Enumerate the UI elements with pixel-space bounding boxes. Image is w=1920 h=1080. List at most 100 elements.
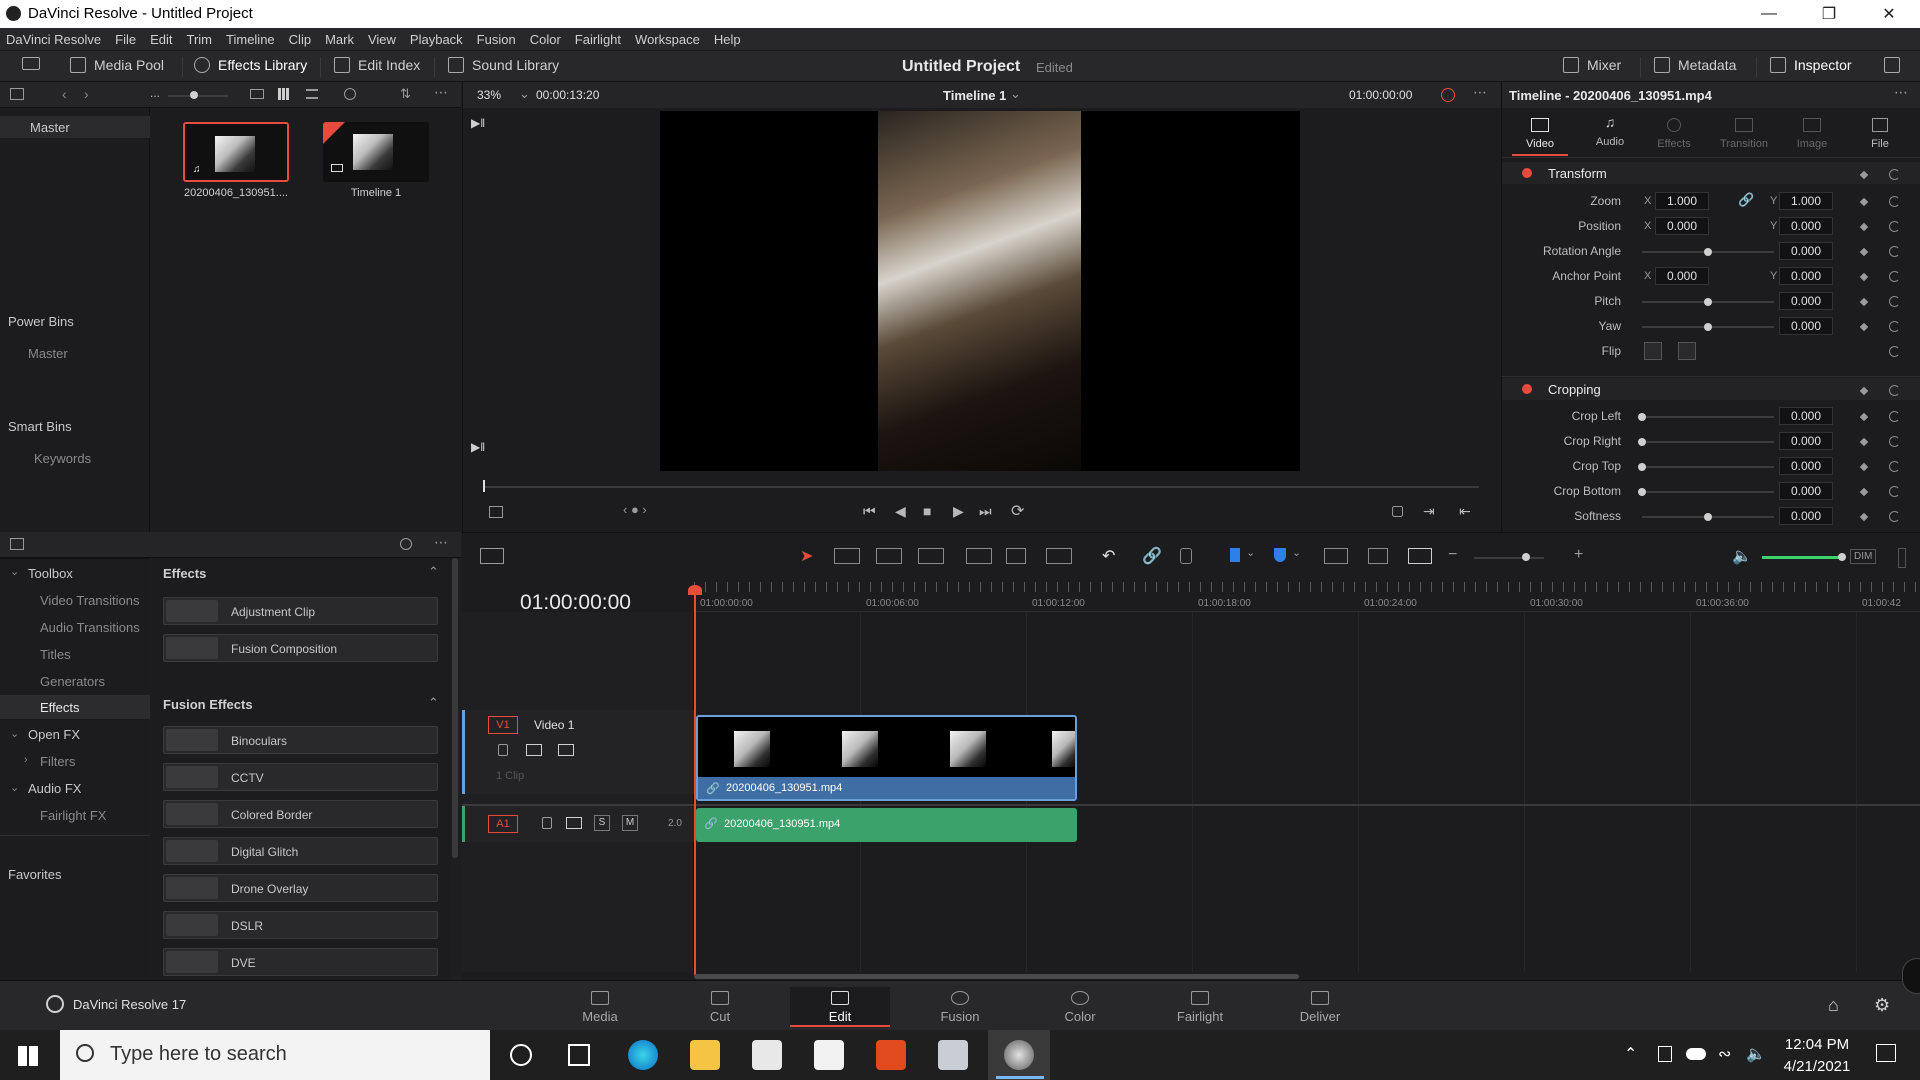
zoom-in-icon[interactable]: + [1574, 546, 1583, 564]
viewer-playhead[interactable] [483, 480, 485, 492]
tree-open-fx[interactable]: Open FX [28, 727, 80, 742]
transform-header[interactable]: Transform [1548, 166, 1607, 181]
track-a1-solo-button[interactable]: S [594, 815, 610, 831]
edit-index-button[interactable]: Edit Index [334, 57, 420, 73]
close-button[interactable]: ✕ [1866, 0, 1912, 28]
yaw-keyframe-icon[interactable] [1859, 322, 1869, 332]
position-lock-icon[interactable] [1180, 548, 1192, 564]
yaw-reset-icon[interactable] [1889, 321, 1900, 332]
menu-clip[interactable]: Clip [289, 32, 311, 47]
tab-image[interactable]: Image [1784, 114, 1840, 150]
pitch-input[interactable]: 0.000 [1779, 292, 1833, 310]
timeline-view-options-icon[interactable] [480, 548, 504, 564]
volume-icon[interactable]: 🔈 [1732, 546, 1752, 566]
fusion-effects-header[interactable]: Fusion Effects [163, 697, 253, 712]
anchor-reset-icon[interactable] [1889, 271, 1900, 282]
menu-color[interactable]: Color [530, 32, 561, 47]
effect-binoculars[interactable]: Binoculars [163, 726, 438, 754]
crop-right-reset-icon[interactable] [1889, 436, 1900, 447]
go-to-start-icon[interactable]: ⏮ [863, 503, 876, 520]
page-fusion[interactable]: Fusion [910, 987, 1010, 1027]
home-icon[interactable]: ⌂ [1828, 995, 1839, 1016]
effects-library-button[interactable]: Effects Library [194, 57, 307, 73]
file-explorer-icon[interactable] [690, 1040, 720, 1070]
menu-davinci[interactable]: DaVinci Resolve [6, 32, 101, 47]
menu-playback[interactable]: Playback [410, 32, 463, 47]
softness-input[interactable]: 0.000 [1779, 507, 1833, 525]
tab-video[interactable]: Video [1512, 114, 1568, 156]
effects-search-icon[interactable] [400, 538, 412, 550]
zoom-dropdown-icon[interactable]: ⌄ [519, 86, 530, 102]
tree-effects[interactable]: Effects [40, 700, 80, 715]
softness-keyframe-icon[interactable] [1859, 512, 1869, 522]
zoom-out-icon[interactable]: − [1448, 546, 1457, 564]
forward-icon[interactable]: › [84, 86, 89, 102]
next-clip-icon[interactable]: ▶‖ [471, 440, 485, 454]
crop-right-slider[interactable] [1642, 441, 1774, 443]
crop-top-keyframe-icon[interactable] [1859, 462, 1869, 472]
effects-section-header[interactable]: Effects [163, 566, 206, 581]
mark-in-icon[interactable]: ⇥ [1423, 503, 1435, 520]
page-fairlight[interactable]: Fairlight [1150, 987, 1250, 1027]
toolbox-toggle-icon[interactable] [10, 538, 24, 550]
track-v1-lock-icon[interactable] [498, 744, 508, 756]
loop-icon[interactable]: ⟳ [1011, 501, 1024, 521]
mail-icon[interactable] [814, 1040, 844, 1070]
scrubber-track[interactable] [483, 486, 1479, 488]
match-frame-icon[interactable]: ▢ [1391, 502, 1404, 519]
page-color[interactable]: Color [1030, 987, 1130, 1027]
snapping-icon[interactable]: ↶ [1102, 546, 1115, 566]
effect-fusion-composition[interactable]: Fusion Composition [163, 634, 438, 662]
flag-dropdown-icon[interactable]: ⌄ [1246, 546, 1255, 559]
zoom-full-icon[interactable] [1324, 548, 1348, 564]
yaw-input[interactable]: 0.000 [1779, 317, 1833, 335]
jog-icon[interactable]: ‹ ● › [623, 502, 647, 517]
volume-slider[interactable] [1762, 556, 1842, 559]
play-icon[interactable]: ▶ [953, 503, 964, 520]
tab-effects[interactable]: Effects [1646, 114, 1702, 150]
menu-trim[interactable]: Trim [187, 32, 213, 47]
crop-top-input[interactable]: 0.000 [1779, 457, 1833, 475]
menu-file[interactable]: File [115, 32, 136, 47]
notifications-icon[interactable] [1876, 1044, 1896, 1062]
menu-fairlight[interactable]: Fairlight [575, 32, 621, 47]
crop-bottom-knob[interactable] [1638, 488, 1646, 496]
dynamic-trim-icon[interactable] [876, 548, 902, 564]
viewer-more-icon[interactable]: ⋯ [1473, 84, 1487, 101]
rotation-reset-icon[interactable] [1889, 246, 1900, 257]
marker-icon[interactable] [1274, 548, 1286, 562]
menu-view[interactable]: View [368, 32, 396, 47]
settings-gear-icon[interactable]: ⚙ [1874, 995, 1890, 1016]
flag-icon[interactable] [1230, 548, 1240, 562]
effect-adjustment-clip[interactable]: Adjustment Clip [163, 597, 438, 625]
crop-right-input[interactable]: 0.000 [1779, 432, 1833, 450]
inspector-button[interactable]: Inspector [1770, 57, 1852, 73]
list-view-icon[interactable] [306, 89, 318, 99]
effect-cctv[interactable]: CCTV [163, 763, 438, 791]
tree-audio-fx[interactable]: Audio FX [28, 781, 81, 796]
effect-digital-glitch[interactable]: Digital Glitch [163, 837, 438, 865]
yaw-knob[interactable] [1704, 323, 1712, 331]
replace-clip-icon[interactable] [1046, 548, 1072, 564]
sound-library-button[interactable]: Sound Library [448, 57, 559, 73]
overwrite-clip-icon[interactable] [1006, 548, 1026, 564]
tree-video-transitions[interactable]: Video Transitions [40, 593, 140, 608]
tab-file[interactable]: File [1852, 114, 1908, 150]
stop-icon[interactable]: ■ [923, 503, 931, 519]
track-v1-label[interactable]: V1 [488, 716, 518, 734]
expand-icon[interactable] [1884, 57, 1900, 73]
video-clip[interactable]: 20200406_130951.mp4 🔗 [696, 715, 1077, 801]
dim-button[interactable]: DIM [1850, 549, 1877, 564]
fusion-effects-collapse-icon[interactable]: ⌃ [428, 695, 439, 711]
tree-toolbox[interactable]: Toolbox [28, 566, 73, 581]
smart-bin-keywords[interactable]: Keywords [34, 451, 91, 466]
flip-horizontal-icon[interactable] [1644, 342, 1662, 360]
crop-left-slider[interactable] [1642, 416, 1774, 418]
tree-favorites[interactable]: Favorites [8, 867, 61, 882]
viewer-timeline-name[interactable]: Timeline 1 [943, 88, 1006, 103]
crop-bottom-input[interactable]: 0.000 [1779, 482, 1833, 500]
wifi-icon[interactable]: ∾ [1718, 1044, 1731, 1064]
crop-top-reset-icon[interactable] [1889, 461, 1900, 472]
position-y-input[interactable]: 0.000 [1779, 217, 1833, 235]
anchor-x-input[interactable]: 0.000 [1655, 267, 1709, 285]
